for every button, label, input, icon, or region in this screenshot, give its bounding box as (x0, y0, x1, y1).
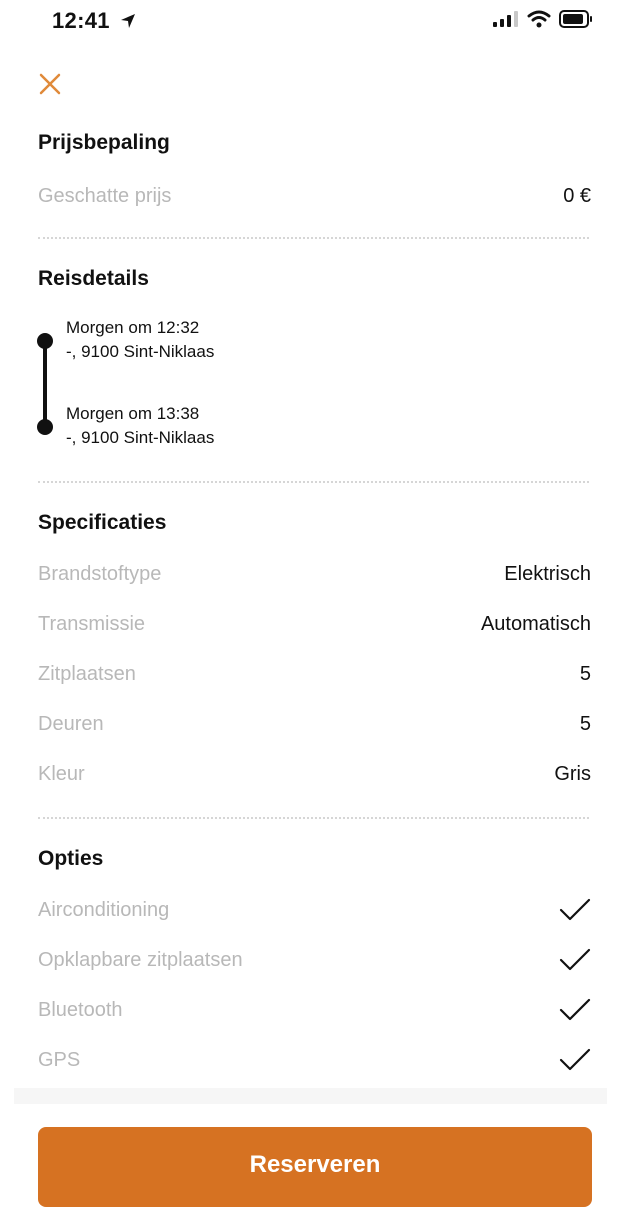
status-bar: 12:41 (0, 0, 621, 44)
divider (38, 481, 589, 483)
estimated-price-value: 0 € (563, 184, 591, 207)
spec-row: Brandstoftype Elektrisch (38, 559, 591, 589)
spec-value: 5 (579, 662, 591, 685)
status-time-text: 12:41 (52, 8, 110, 33)
spec-row: Transmissie Automatisch (38, 609, 591, 639)
divider (38, 817, 589, 819)
spec-row: Zitplaatsen 5 (38, 659, 591, 689)
trip-stop-time: Morgen om 12:32 (66, 318, 200, 337)
spec-value: Elektrisch (504, 562, 591, 585)
checkmark-icon (559, 898, 591, 921)
option-label: Opklapbare zitplaatsen (38, 948, 243, 971)
option-label: Airconditioning (38, 898, 170, 921)
option-label: Bluetooth (38, 998, 123, 1021)
specs-title: Specificaties (38, 511, 167, 534)
divider (38, 237, 589, 239)
signal-icon (493, 11, 518, 27)
options-title: Opties (38, 847, 104, 870)
trip-stop-address: -, 9100 Sint-Niklaas (66, 428, 215, 447)
timeline-line (43, 341, 47, 429)
spec-row: Kleur Gris (38, 759, 591, 789)
checkmark-icon (559, 948, 591, 971)
spec-row: Deuren 5 (38, 709, 591, 739)
timeline-start-dot (37, 333, 53, 349)
estimated-price-label: Geschatte prijs (38, 184, 172, 207)
trip-stop-address: -, 9100 Sint-Niklaas (66, 342, 215, 361)
close-button[interactable] (36, 70, 64, 98)
option-row: Bluetooth (38, 995, 591, 1025)
option-row: Opklapbare zitplaatsen (38, 945, 591, 975)
option-row: GPS (38, 1045, 591, 1075)
wifi-icon (527, 10, 551, 28)
checkmark-icon (559, 1048, 591, 1071)
spec-label: Zitplaatsen (38, 662, 136, 685)
location-arrow-icon (121, 14, 136, 28)
status-icons (493, 10, 593, 28)
estimated-price-row: Geschatte prijs 0 € (38, 181, 591, 211)
trip-stop-time: Morgen om 13:38 (66, 404, 200, 423)
close-icon (39, 73, 61, 95)
trip-stop-end: Morgen om 13:38 -, 9100 Sint-Niklaas (66, 402, 214, 450)
battery-icon (559, 10, 592, 28)
trip-stop-start: Morgen om 12:32 -, 9100 Sint-Niklaas (66, 316, 214, 364)
spec-label: Transmissie (38, 612, 146, 635)
spec-value: 5 (579, 712, 591, 735)
option-label: GPS (38, 1048, 81, 1071)
option-row: Airconditioning (38, 895, 591, 925)
spec-label: Deuren (38, 712, 104, 735)
spec-label: Kleur (38, 762, 85, 785)
spec-value: Automatisch (480, 612, 591, 635)
pricing-title: Prijsbepaling (38, 131, 170, 154)
bottom-separator (14, 1088, 607, 1104)
checkmark-icon (559, 998, 591, 1021)
status-time: 12:41 (52, 8, 136, 34)
timeline-end-dot (37, 419, 53, 435)
spec-label: Brandstoftype (38, 562, 162, 585)
reserve-button[interactable]: Reserveren (38, 1127, 592, 1207)
spec-value: Gris (554, 762, 591, 785)
trip-title: Reisdetails (38, 267, 149, 290)
